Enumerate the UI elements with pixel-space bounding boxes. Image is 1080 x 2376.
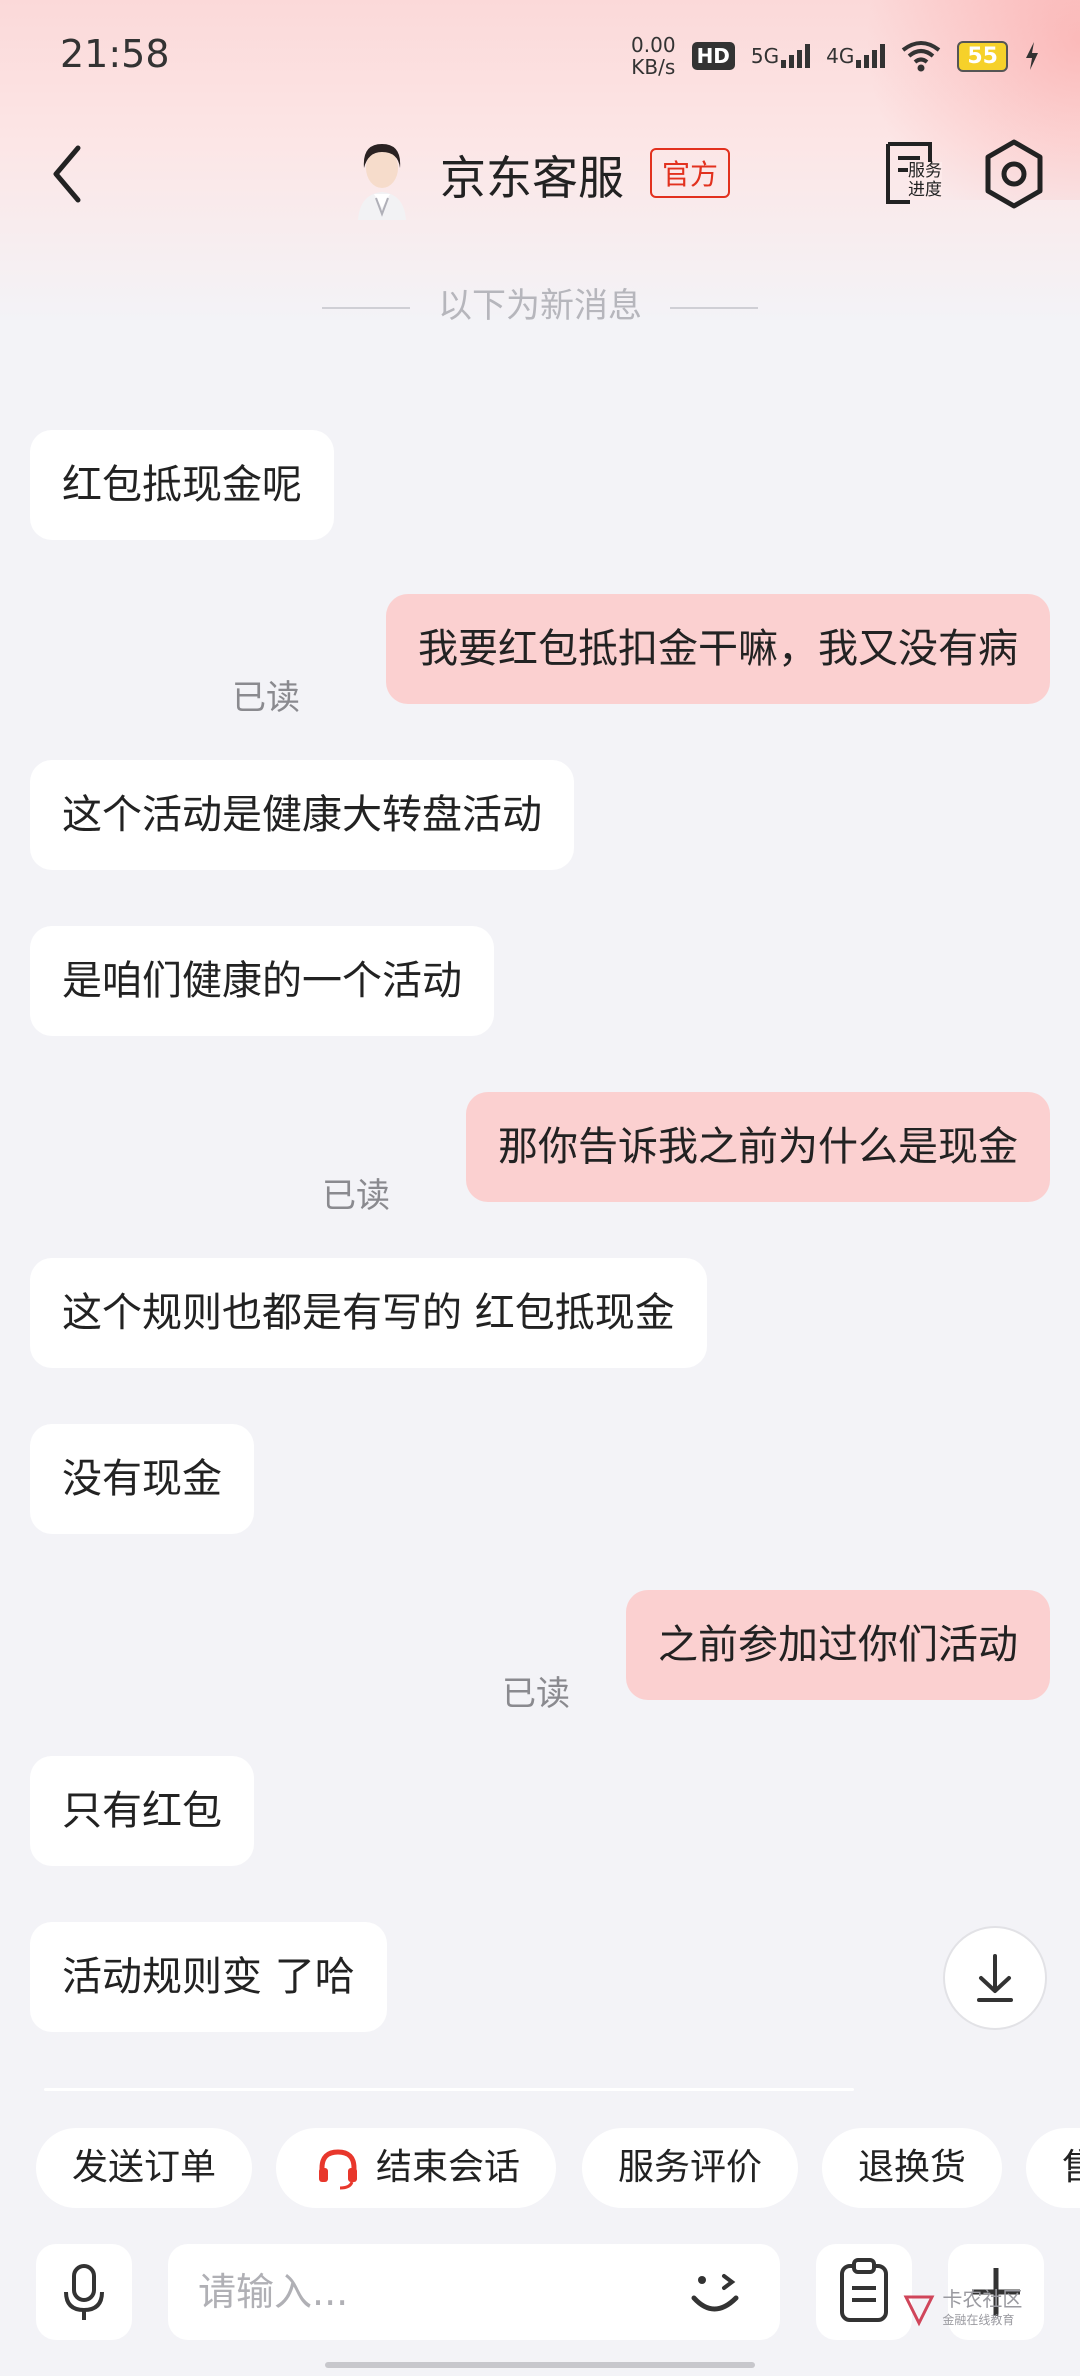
- avatar: [358, 144, 406, 220]
- status-icons: 0.00 KB/s HD 5G 4G 55: [631, 28, 1040, 84]
- message-bubble-left: 是咱们健康的一个活动: [30, 926, 494, 1036]
- new-messages-divider: 以下为新消息: [0, 278, 1080, 327]
- status-time: 21:58: [60, 32, 170, 76]
- back-icon[interactable]: [48, 142, 88, 206]
- signal-4g-icon: 4G: [826, 44, 886, 68]
- watermark-logo-icon: [903, 2295, 935, 2326]
- home-indicator[interactable]: [325, 2362, 755, 2368]
- message-bubble-left: 只有红包: [30, 1756, 254, 1866]
- read-status: 已读: [322, 1176, 390, 1216]
- read-status: 已读: [502, 1674, 570, 1714]
- net-speed: 0.00 KB/s: [631, 33, 676, 79]
- send-order-chip[interactable]: 发送订单: [36, 2128, 253, 2208]
- wifi-icon: [902, 41, 941, 72]
- message-bubble-right: 我要红包抵扣金干嘛，我又没有病: [386, 594, 1050, 704]
- return-exchange-chip[interactable]: 退换货: [822, 2128, 1003, 2208]
- settings-icon[interactable]: [982, 138, 1046, 210]
- message-bubble-left: 这个规则也都是有写的 红包抵现金: [30, 1258, 707, 1368]
- voice-button[interactable]: [36, 2244, 132, 2340]
- chat-title: 京东客服: [440, 151, 624, 205]
- hd-icon: HD: [691, 42, 735, 70]
- read-status: 已读: [232, 678, 300, 718]
- emoji-icon[interactable]: [680, 2258, 750, 2328]
- download-arrow-icon: [977, 1954, 1013, 2002]
- watermark: 卡农社区 金融在线教育: [902, 2289, 1022, 2329]
- message-bubble-left: 没有现金: [30, 1424, 254, 1534]
- clipboard-icon: [840, 2258, 888, 2322]
- end-session-chip[interactable]: 结束会话: [276, 2128, 557, 2208]
- divider-line: [44, 2088, 854, 2091]
- chat-header: 京东客服 官方 服务 进度: [0, 120, 1080, 230]
- official-badge: 官方: [650, 148, 731, 198]
- signal-5g-icon: 5G: [751, 44, 811, 68]
- service-rating-chip[interactable]: 服务评价: [582, 2128, 799, 2208]
- scroll-to-bottom-button[interactable]: [943, 1926, 1047, 2030]
- service-progress-label[interactable]: 服务 进度: [908, 162, 942, 200]
- message-bubble-left: 活动规则变 了哈: [30, 1922, 387, 2032]
- clipboard-button[interactable]: [816, 2244, 912, 2340]
- after-sales-chip[interactable]: 售: [1026, 2128, 1080, 2208]
- headset-icon: [319, 2149, 357, 2190]
- message-bubble-right: 之前参加过你们活动: [626, 1590, 1050, 1700]
- battery-icon: 55: [957, 40, 1008, 72]
- microphone-icon: [64, 2264, 104, 2320]
- status-bar: 21:58 0.00 KB/s HD 5G 4G 55: [0, 0, 1080, 110]
- message-bubble-left: 红包抵现金呢: [30, 430, 334, 540]
- message-bubble-right: 那你告诉我之前为什么是现金: [466, 1092, 1050, 1202]
- charging-icon: [1026, 42, 1038, 70]
- message-bubble-left: 这个活动是健康大转盘活动: [30, 760, 574, 870]
